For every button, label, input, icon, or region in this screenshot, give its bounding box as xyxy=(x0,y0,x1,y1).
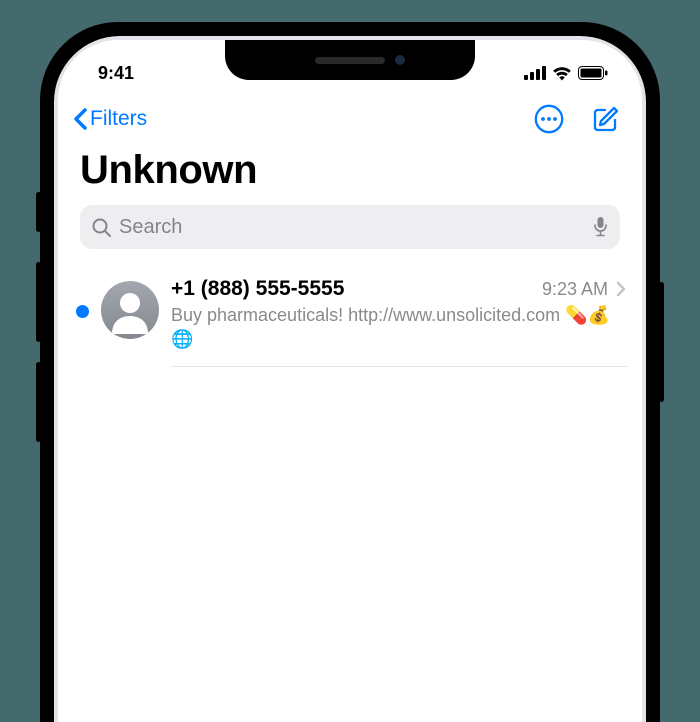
dictation-icon[interactable] xyxy=(593,216,608,238)
back-button[interactable]: Filters xyxy=(72,107,147,131)
status-indicators xyxy=(524,66,608,81)
search-bar[interactable] xyxy=(80,205,620,249)
more-button[interactable] xyxy=(534,104,564,134)
speaker xyxy=(315,57,385,64)
timestamp: 9:23 AM xyxy=(542,279,608,300)
chevron-right-icon xyxy=(616,281,626,297)
sender-label: +1 (888) 555-5555 xyxy=(171,277,344,301)
notch xyxy=(225,40,475,80)
front-camera xyxy=(395,55,405,65)
screen: 9:41 xyxy=(58,40,642,722)
title-area: Unknown xyxy=(58,144,642,205)
volume-up xyxy=(36,262,41,342)
status-time: 9:41 xyxy=(98,63,134,84)
unread-indicator xyxy=(76,305,89,318)
search-input[interactable] xyxy=(119,216,585,239)
search-icon xyxy=(92,218,111,237)
message-row[interactable]: +1 (888) 555-5555 9:23 AM Buy pharmaceut… xyxy=(58,267,642,367)
silence-switch xyxy=(36,192,41,232)
nav-bar: Filters xyxy=(58,94,642,144)
person-icon xyxy=(106,286,154,334)
message-preview: Buy pharmaceuticals! http://www.unsolici… xyxy=(171,303,626,352)
cellular-icon xyxy=(524,66,546,80)
volume-down xyxy=(36,362,41,442)
page-title: Unknown xyxy=(80,148,620,193)
back-label: Filters xyxy=(90,107,147,131)
avatar xyxy=(101,281,159,339)
phone-frame: 9:41 xyxy=(40,22,660,722)
battery-icon xyxy=(578,66,608,80)
chevron-left-icon xyxy=(72,107,88,131)
power-button xyxy=(659,282,664,402)
wifi-icon xyxy=(552,66,572,81)
compose-button[interactable] xyxy=(592,105,620,133)
